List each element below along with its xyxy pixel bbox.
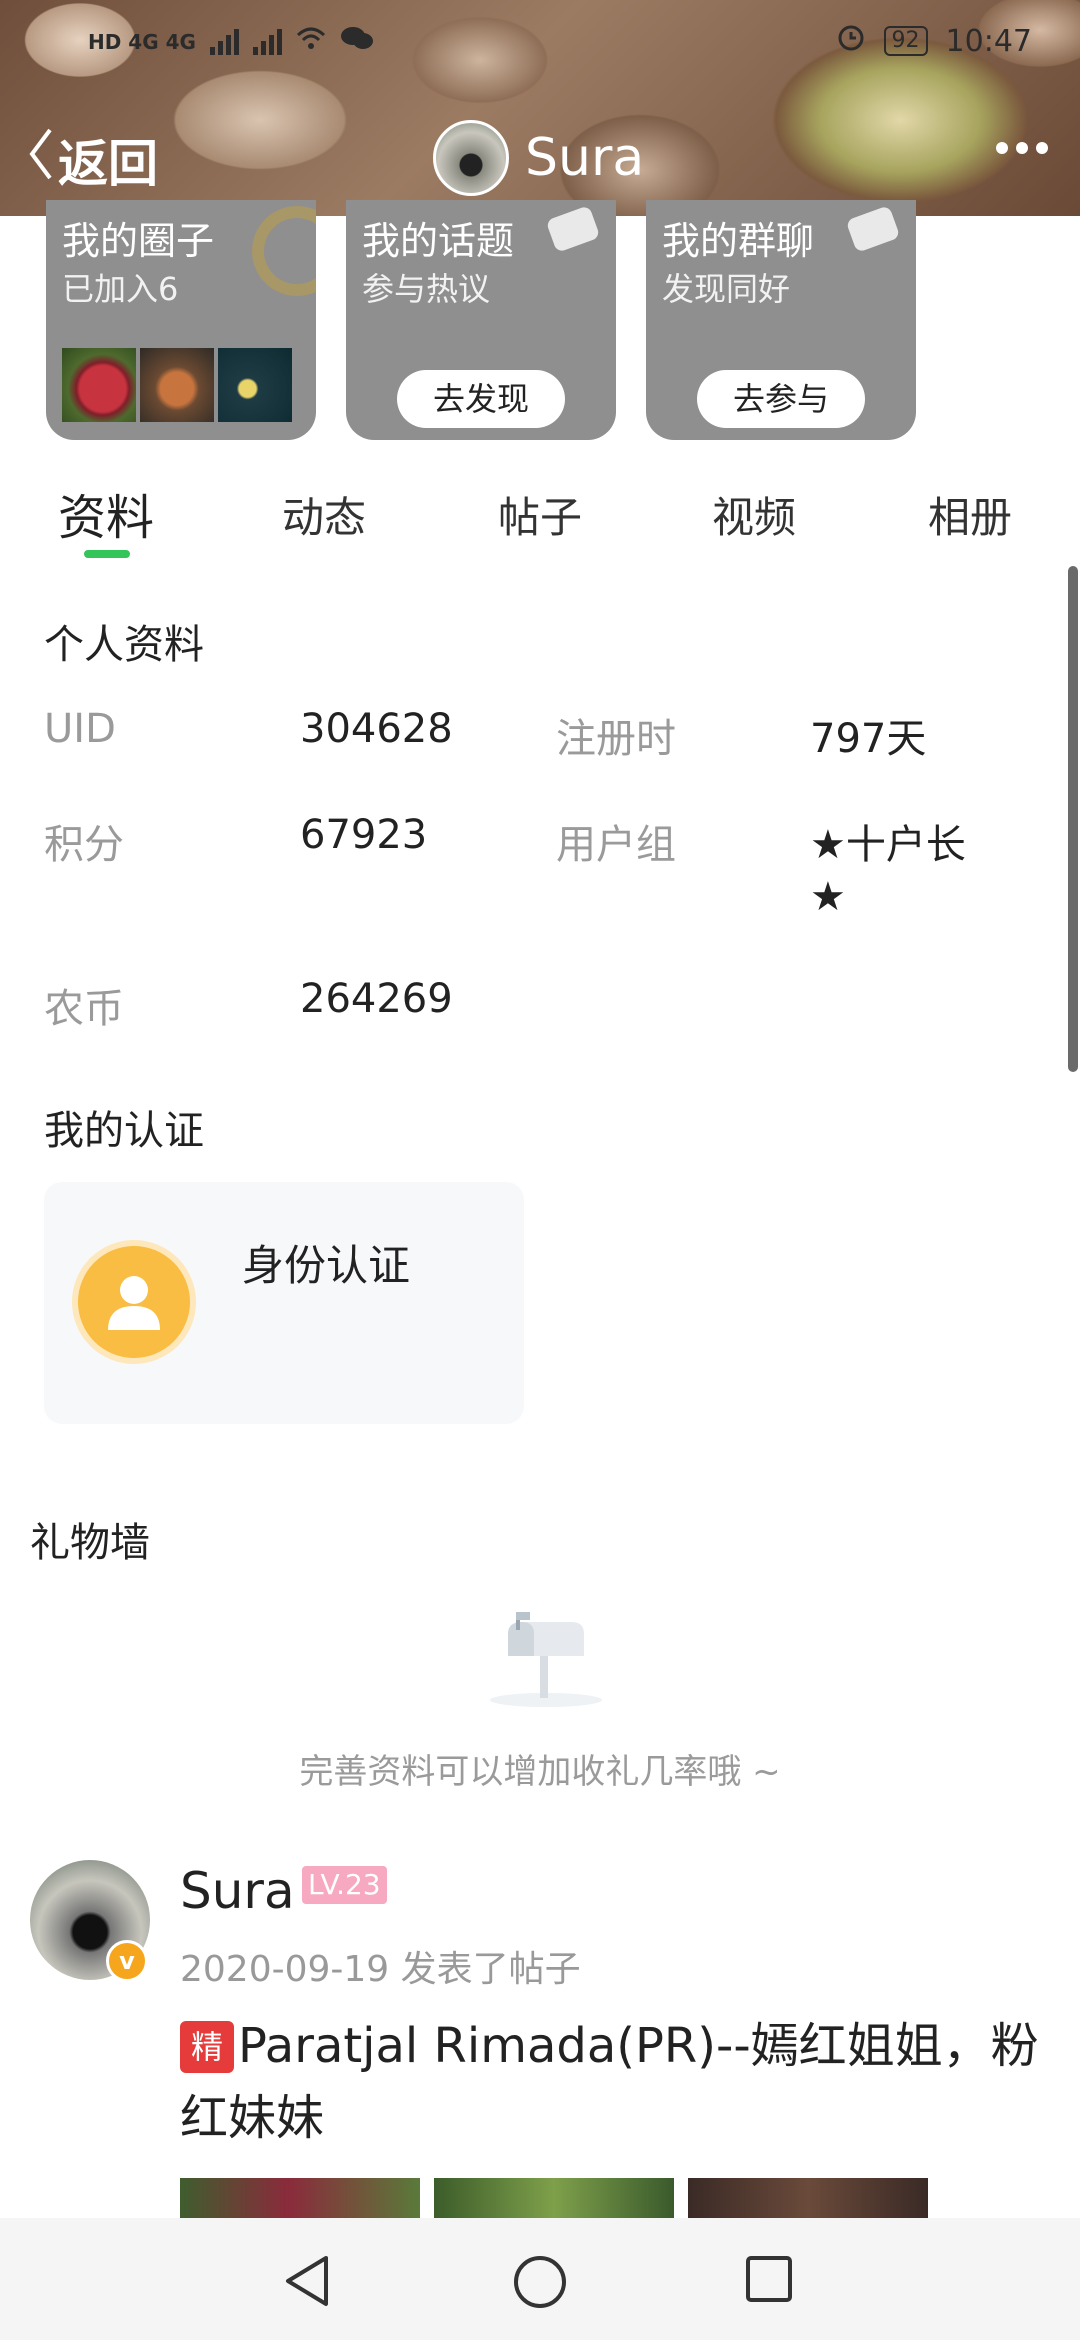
points-value: 67923 [300,812,428,858]
circle-thumbnails [62,348,292,422]
gift-empty-text: 完善资料可以增加收礼几率哦 ~ [299,1752,781,1792]
back-button[interactable]: 返回 [28,124,158,196]
profile-page: HD 4G 4G 92 10:47 返回 Sura 我的圈子 已加入6 我的话题… [0,0,1080,2340]
tab-albums[interactable]: 相册 [928,484,1012,545]
system-nav-bar [0,2218,1080,2340]
identity-cert-label: 身份认证 [242,1241,411,1290]
nav-back-icon[interactable] [282,2254,332,2312]
alarm-icon [836,22,866,60]
wifi-icon [296,24,326,59]
signal2-icon [252,28,282,55]
top-nav: 返回 Sura [0,120,1080,196]
verified-badge-icon: v [106,1940,148,1982]
card-subtitle: 已加入6 [62,270,179,308]
header-background: HD 4G 4G 92 10:47 返回 Sura [0,0,1080,216]
battery-indicator: 92 [883,26,928,56]
chevron-left-icon [28,126,58,194]
tab-profile[interactable]: 资料 [58,478,154,548]
section-title-cert: 我的认证 [44,1108,204,1154]
group-value-star: ★ [810,874,846,920]
nav-recents-icon[interactable] [744,2254,794,2308]
card-subtitle: 参与热议 [362,270,491,308]
reg-label: 注册时 [556,716,676,762]
join-button[interactable]: 去参与 [697,370,865,428]
circle-thumb-night[interactable] [218,348,292,422]
card-my-groups[interactable]: 我的群聊 发现同好 去参与 [646,200,916,440]
feature-cards: 我的圈子 已加入6 我的话题 参与热议 去发现 我的群聊 发现同好 去参与 [46,200,916,440]
post-meta: 2020-09-19 发表了帖子 [180,1949,581,1990]
tag-icon [545,205,601,253]
card-title: 我的圈子 [62,219,215,263]
circle-decoration [252,206,316,296]
header-avatar[interactable] [433,120,509,196]
tab-videos[interactable]: 视频 [712,484,796,545]
status-bar: HD 4G 4G 92 10:47 [0,14,1080,64]
identity-cert-card[interactable]: 身份认证 [44,1182,524,1424]
wechat-icon [340,24,374,59]
uid-value: 304628 [300,706,453,752]
signal-icon [209,28,239,55]
discover-button[interactable]: 去发现 [397,370,565,428]
tab-posts[interactable]: 帖子 [498,484,582,545]
coins-label: 农币 [44,986,124,1032]
user-icon [78,1246,190,1358]
circle-thumb-fig[interactable] [62,348,136,422]
more-dots-icon[interactable] [996,142,1048,154]
header-profile[interactable]: Sura [433,120,644,196]
post-author-name[interactable]: Sura [180,1862,295,1920]
points-label: 积分 [44,822,124,868]
level-badge: LV.23 [302,1866,387,1904]
group-value: ★十户长 [810,822,966,868]
status-left: HD 4G 4G [88,24,374,59]
reg-value: 797天 [810,716,927,762]
clock-text: 10:47 [945,23,1032,59]
post-title-text: Paratjal Rimada(PR)--嫣红姐姐，粉红妹妹 [180,2018,1039,2146]
section-title-gift: 礼物墙 [30,1520,150,1566]
header-username: Sura [525,128,645,188]
card-title: 我的话题 [362,219,515,263]
featured-tag: 精 [180,2021,234,2073]
group-label: 用户组 [556,822,676,868]
status-right: 92 10:47 [836,22,1032,60]
card-subtitle: 发现同好 [662,270,791,308]
back-label: 返回 [58,135,158,193]
mailbox-icon [486,1612,606,1708]
active-tab-indicator [84,550,130,558]
profile-tabs: 资料 动态 帖子 视频 相册 [0,474,1080,558]
status-network-text: HD 4G 4G [88,29,196,54]
card-my-circles[interactable]: 我的圈子 已加入6 [46,200,316,440]
tab-activity[interactable]: 动态 [282,484,366,545]
tag-icon [845,205,901,253]
uid-label: UID [44,706,116,752]
post-title[interactable]: 精 Paratjal Rimada(PR)--嫣红姐姐，粉红妹妹 [180,2010,1040,2154]
circle-thumb-bird[interactable] [140,348,214,422]
section-title-profile: 个人资料 [44,622,204,668]
scrollbar[interactable] [1068,566,1078,1072]
card-my-topics[interactable]: 我的话题 参与热议 去发现 [346,200,616,440]
card-title: 我的群聊 [662,219,815,263]
nav-home-icon[interactable] [512,2254,568,2314]
coins-value: 264269 [300,976,453,1022]
